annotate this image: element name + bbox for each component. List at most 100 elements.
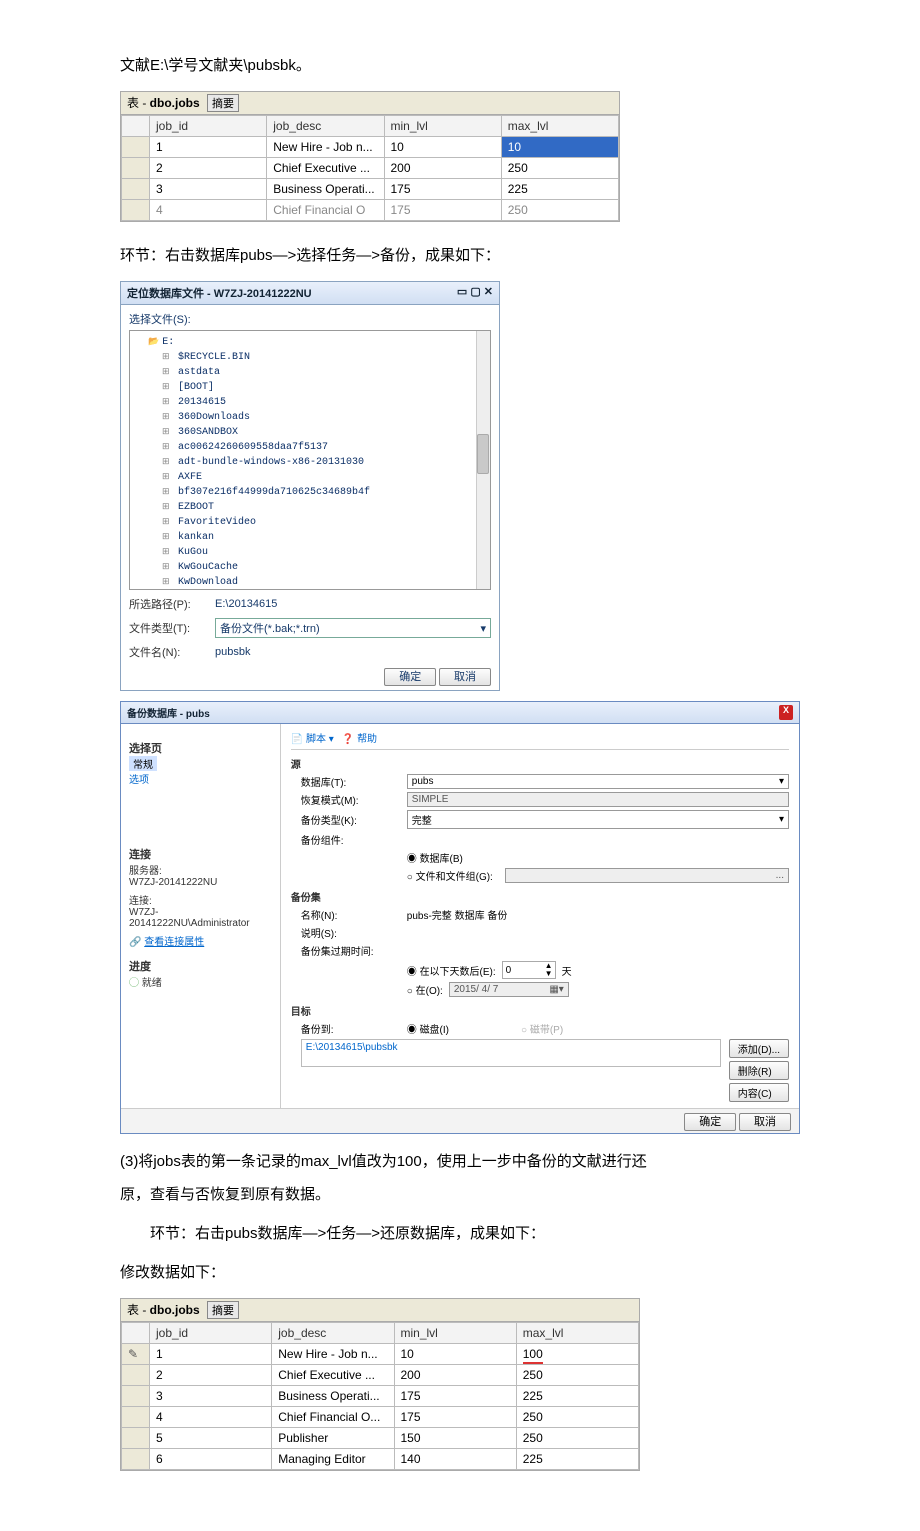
cancel-button[interactable]: 取消 xyxy=(439,668,491,686)
table-row[interactable]: 4 Chief Financial O... 175 250 xyxy=(122,1407,639,1428)
col-header[interactable]: job_desc xyxy=(267,116,384,137)
cell-min-lvl[interactable]: 175 xyxy=(384,179,501,200)
col-header[interactable]: max_lvl xyxy=(516,1323,638,1344)
cell-job-desc[interactable]: Managing Editor xyxy=(272,1449,394,1470)
cell-max-lvl[interactable]: 250 xyxy=(501,158,618,179)
add-button[interactable]: 添加(D)... xyxy=(729,1039,789,1058)
tree-folder[interactable]: ac00624260609558daa7f5137 xyxy=(162,440,486,455)
cell-min-lvl[interactable]: 150 xyxy=(394,1428,516,1449)
help-link[interactable]: ❓ 帮助 xyxy=(342,730,377,745)
ok-button[interactable]: 确定 xyxy=(684,1113,736,1131)
cell-min-lvl[interactable]: 10 xyxy=(384,137,501,158)
cell-min-lvl[interactable]: 175 xyxy=(394,1407,516,1428)
remove-button[interactable]: 删除(R) xyxy=(729,1061,789,1080)
expire-after-radio[interactable]: 在以下天数后(E): xyxy=(407,963,496,978)
tree-folder[interactable]: bf307e216f44999da710625c34689b4f xyxy=(162,485,486,500)
cell-min-lvl[interactable]: 175 xyxy=(394,1386,516,1407)
chevron-down-icon[interactable]: ▾ xyxy=(480,622,486,635)
cell-min-lvl[interactable]: 10 xyxy=(394,1344,516,1365)
cell-job-desc[interactable]: Business Operati... xyxy=(272,1386,394,1407)
jobs-grid[interactable]: job_id job_desc min_lvl max_lvl ✎ 1 New … xyxy=(121,1322,639,1470)
cell-job-desc[interactable]: Publisher xyxy=(272,1428,394,1449)
tree-folder[interactable]: KuGou xyxy=(162,545,486,560)
tree-folder[interactable]: EZBOOT xyxy=(162,500,486,515)
component-database-radio[interactable]: 数据库(B) xyxy=(407,850,463,865)
col-header[interactable]: job_id xyxy=(150,1323,272,1344)
cell-job-desc[interactable]: New Hire - Job n... xyxy=(272,1344,394,1365)
table-row[interactable]: 3 Business Operati... 175 225 xyxy=(122,1386,639,1407)
tree-drive[interactable]: E: xyxy=(148,335,486,350)
component-filegroup-radio[interactable]: 文件和文件组(G): xyxy=(407,868,493,883)
filetype-combo[interactable]: 备份文件(*.bak;*.trn) ▾ xyxy=(215,618,491,638)
filename-value[interactable]: pubsbk xyxy=(215,646,491,658)
close-icon[interactable]: X xyxy=(779,705,793,720)
cancel-button[interactable]: 取消 xyxy=(739,1113,791,1131)
expire-date-picker[interactable]: 2015/ 4/ 7▦▾ xyxy=(449,982,569,997)
cell-job-id[interactable]: 3 xyxy=(150,1386,272,1407)
scrollbar[interactable] xyxy=(476,331,490,589)
page-general[interactable]: 常规 xyxy=(129,756,157,771)
wizard-titlebar[interactable]: 备份数据库 - pubs X xyxy=(121,702,799,724)
view-connection-link[interactable]: 查看连接属性 xyxy=(144,937,204,948)
cell-job-id[interactable]: 6 xyxy=(150,1449,272,1470)
dest-path-list[interactable]: E:\20134615\pubsbk xyxy=(301,1039,721,1067)
table-row[interactable]: 2 Chief Executive ... 200 250 xyxy=(122,1365,639,1386)
table-row[interactable]: 3 Business Operati... 175 225 xyxy=(122,179,619,200)
col-header[interactable]: max_lvl xyxy=(501,116,618,137)
cell-job-id[interactable]: 1 xyxy=(150,137,267,158)
contents-button[interactable]: 内容(C) xyxy=(729,1083,789,1102)
cell-max-lvl-selected[interactable]: 10 xyxy=(501,137,618,158)
cell-job-desc[interactable]: Chief Financial O... xyxy=(272,1407,394,1428)
backup-type-dropdown[interactable]: 完整 ▾ xyxy=(407,810,789,829)
cell-job-id[interactable]: 4 xyxy=(150,1407,272,1428)
cell-job-desc[interactable]: Business Operati... xyxy=(267,179,384,200)
cell-job-id[interactable]: 1 xyxy=(150,1344,272,1365)
dialog-titlebar[interactable]: 定位数据库文件 - W7ZJ-20141222NU ▭ ▢ ✕ xyxy=(121,282,499,305)
tree-folder[interactable]: 360SANDBOX xyxy=(162,425,486,440)
col-header[interactable]: job_desc xyxy=(272,1323,394,1344)
cell-job-id[interactable]: 5 xyxy=(150,1428,272,1449)
table-row[interactable]: 5 Publisher 150 250 xyxy=(122,1428,639,1449)
folder-tree-pane[interactable]: E:$RECYCLE.BINastdata[BOOT]20134615360Do… xyxy=(129,330,491,590)
tree-folder[interactable]: FavoriteVideo xyxy=(162,515,486,530)
table-row[interactable]: ✎ 1 New Hire - Job n... 10 100 xyxy=(122,1344,639,1365)
tree-folder[interactable]: KwGouCache xyxy=(162,560,486,575)
cell-min-lvl[interactable]: 140 xyxy=(394,1449,516,1470)
tree-folder[interactable]: 360Downloads xyxy=(162,410,486,425)
cell-min-lvl[interactable]: 200 xyxy=(394,1365,516,1386)
ok-button[interactable]: 确定 xyxy=(384,668,436,686)
cell-min-lvl[interactable]: 200 xyxy=(384,158,501,179)
cell-job-id[interactable]: 3 xyxy=(150,179,267,200)
dest-disk-radio[interactable]: 磁盘(I) xyxy=(407,1021,449,1036)
col-header[interactable]: job_id xyxy=(150,116,267,137)
cell-job-desc[interactable]: New Hire - Job n... xyxy=(267,137,384,158)
summary-tab[interactable]: 摘要 xyxy=(207,94,239,112)
tree-folder[interactable]: astdata xyxy=(162,365,486,380)
summary-tab[interactable]: 摘要 xyxy=(207,1301,239,1319)
tree-folder[interactable]: kankan xyxy=(162,530,486,545)
database-dropdown[interactable]: pubs ▾ xyxy=(407,774,789,789)
tree-folder[interactable]: adt-bundle-windows-x86-20131030 xyxy=(162,455,486,470)
cell-max-lvl[interactable]: 250 xyxy=(516,1407,638,1428)
tree-folder[interactable]: AXFE xyxy=(162,470,486,485)
cell-max-lvl[interactable]: 225 xyxy=(516,1386,638,1407)
cell-job-desc[interactable]: Chief Executive ... xyxy=(267,158,384,179)
window-buttons[interactable]: ▭ ▢ ✕ xyxy=(457,285,493,301)
jobs-grid[interactable]: job_id job_desc min_lvl max_lvl 1 New Hi… xyxy=(121,115,619,221)
col-header[interactable]: min_lvl xyxy=(394,1323,516,1344)
chevron-down-icon[interactable]: ▾ xyxy=(779,776,784,787)
expire-days-spinner[interactable]: ▲▼ xyxy=(502,961,556,979)
set-name-value[interactable]: pubs-完整 数据库 备份 xyxy=(407,907,789,922)
cell-job-id[interactable]: 2 xyxy=(150,158,267,179)
cell-max-lvl[interactable]: 225 xyxy=(501,179,618,200)
col-header[interactable]: min_lvl xyxy=(384,116,501,137)
cell-job-desc[interactable]: Chief Executive ... xyxy=(272,1365,394,1386)
page-options[interactable]: 选项 xyxy=(129,771,272,786)
cell-max-lvl-edited[interactable]: 100 xyxy=(516,1344,638,1365)
cell-job-id[interactable]: 2 xyxy=(150,1365,272,1386)
cell-max-lvl[interactable]: 225 xyxy=(516,1449,638,1470)
scrollbar-thumb[interactable] xyxy=(477,434,489,474)
table-row[interactable]: 1 New Hire - Job n... 10 10 xyxy=(122,137,619,158)
table-row[interactable]: 2 Chief Executive ... 200 250 xyxy=(122,158,619,179)
cell-max-lvl[interactable]: 250 xyxy=(516,1428,638,1449)
